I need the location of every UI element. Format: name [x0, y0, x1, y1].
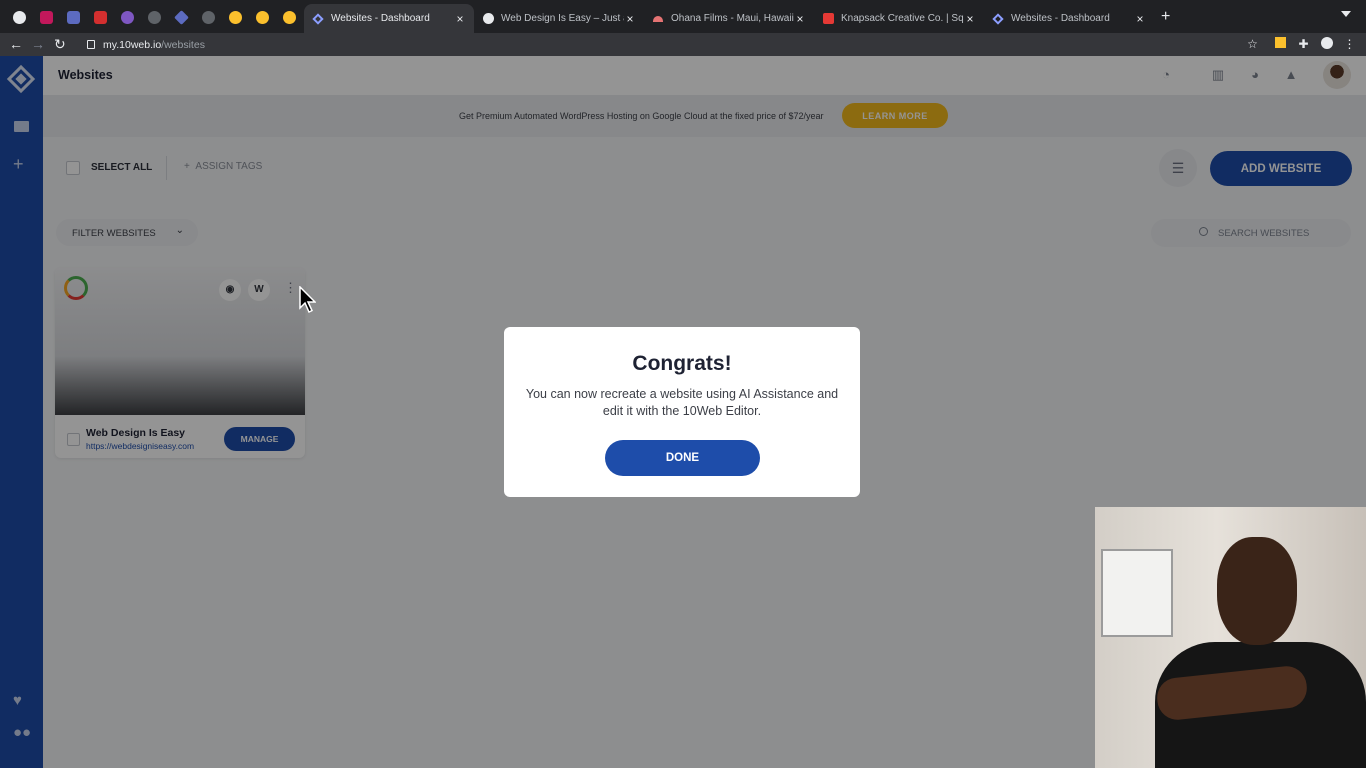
pinned-tab-icon[interactable]: [118, 8, 136, 26]
webcam-video-overlay: [1095, 507, 1366, 768]
extension-icon[interactable]: [1274, 37, 1287, 51]
tab-ohana-films[interactable]: Ohana Films - Maui, Hawaii Lu ×: [644, 4, 814, 33]
puzzle-extensions-icon[interactable]: ✚: [1297, 37, 1310, 51]
pinned-tab-icon[interactable]: [253, 8, 271, 26]
pinned-tab-icon[interactable]: [199, 8, 217, 26]
tenweb-favicon-icon[interactable]: [172, 8, 190, 26]
whiteboard-image: [1101, 549, 1173, 637]
tab-search-chevron-icon[interactable]: [1341, 11, 1351, 17]
modal-title: Congrats!: [632, 352, 732, 375]
pinned-tab-icon[interactable]: [226, 8, 244, 26]
modal-message: You can now recreate a website using AI …: [525, 387, 839, 418]
back-arrow-icon[interactable]: ←: [9, 35, 23, 53]
done-button[interactable]: DONE: [605, 440, 760, 476]
bookmark-star-icon[interactable]: ☆: [1246, 37, 1259, 51]
close-tab-icon[interactable]: ×: [794, 12, 806, 26]
pinned-tab-icon[interactable]: [280, 8, 298, 26]
mouse-cursor-icon: [299, 286, 316, 314]
lock-icon: [87, 40, 95, 49]
tab-websites-dashboard[interactable]: Websites - Dashboard ×: [304, 4, 474, 33]
close-tab-icon[interactable]: ×: [1134, 12, 1146, 26]
presenter-head-image: [1217, 537, 1297, 645]
tenweb-favicon-icon: [992, 12, 1004, 25]
close-tab-icon[interactable]: ×: [454, 12, 466, 26]
close-tab-icon[interactable]: ×: [624, 12, 636, 26]
tab-knapsack-creative[interactable]: Knapsack Creative Co. | Squar ×: [814, 4, 984, 33]
new-tab-icon[interactable]: +: [1161, 9, 1170, 25]
wordpress-favicon-icon: [482, 13, 494, 25]
pinned-tab-icon[interactable]: [37, 8, 55, 26]
tab-websites-dashboard-2[interactable]: Websites - Dashboard ×: [984, 4, 1154, 33]
profile-icon[interactable]: [1320, 37, 1333, 51]
congrats-modal: Congrats! You can now recreate a website…: [504, 327, 860, 497]
ohana-favicon-icon: [652, 13, 664, 25]
browser-address-bar: ← → ↻ my.10web.io/websites ☆ ✚ ⋮: [0, 33, 1366, 56]
reload-icon[interactable]: ↻: [54, 35, 66, 53]
tenweb-favicon-icon: [312, 12, 324, 25]
wordpress-favicon-icon[interactable]: [10, 8, 28, 26]
forward-arrow-icon[interactable]: →: [31, 35, 45, 53]
close-tab-icon[interactable]: ×: [964, 12, 976, 26]
browser-tab-strip: Websites - Dashboard × Web Design Is Eas…: [0, 0, 1366, 33]
pinned-tab-icon[interactable]: [145, 8, 163, 26]
knapsack-favicon-icon: [822, 13, 834, 25]
url-field[interactable]: my.10web.io/websites: [78, 35, 1268, 54]
browser-menu-icon[interactable]: ⋮: [1343, 37, 1356, 51]
pinned-tab-icon[interactable]: [64, 8, 82, 26]
tab-web-design-is-easy[interactable]: Web Design Is Easy – Just and ×: [474, 4, 644, 33]
pinned-tab-icon[interactable]: [91, 8, 109, 26]
